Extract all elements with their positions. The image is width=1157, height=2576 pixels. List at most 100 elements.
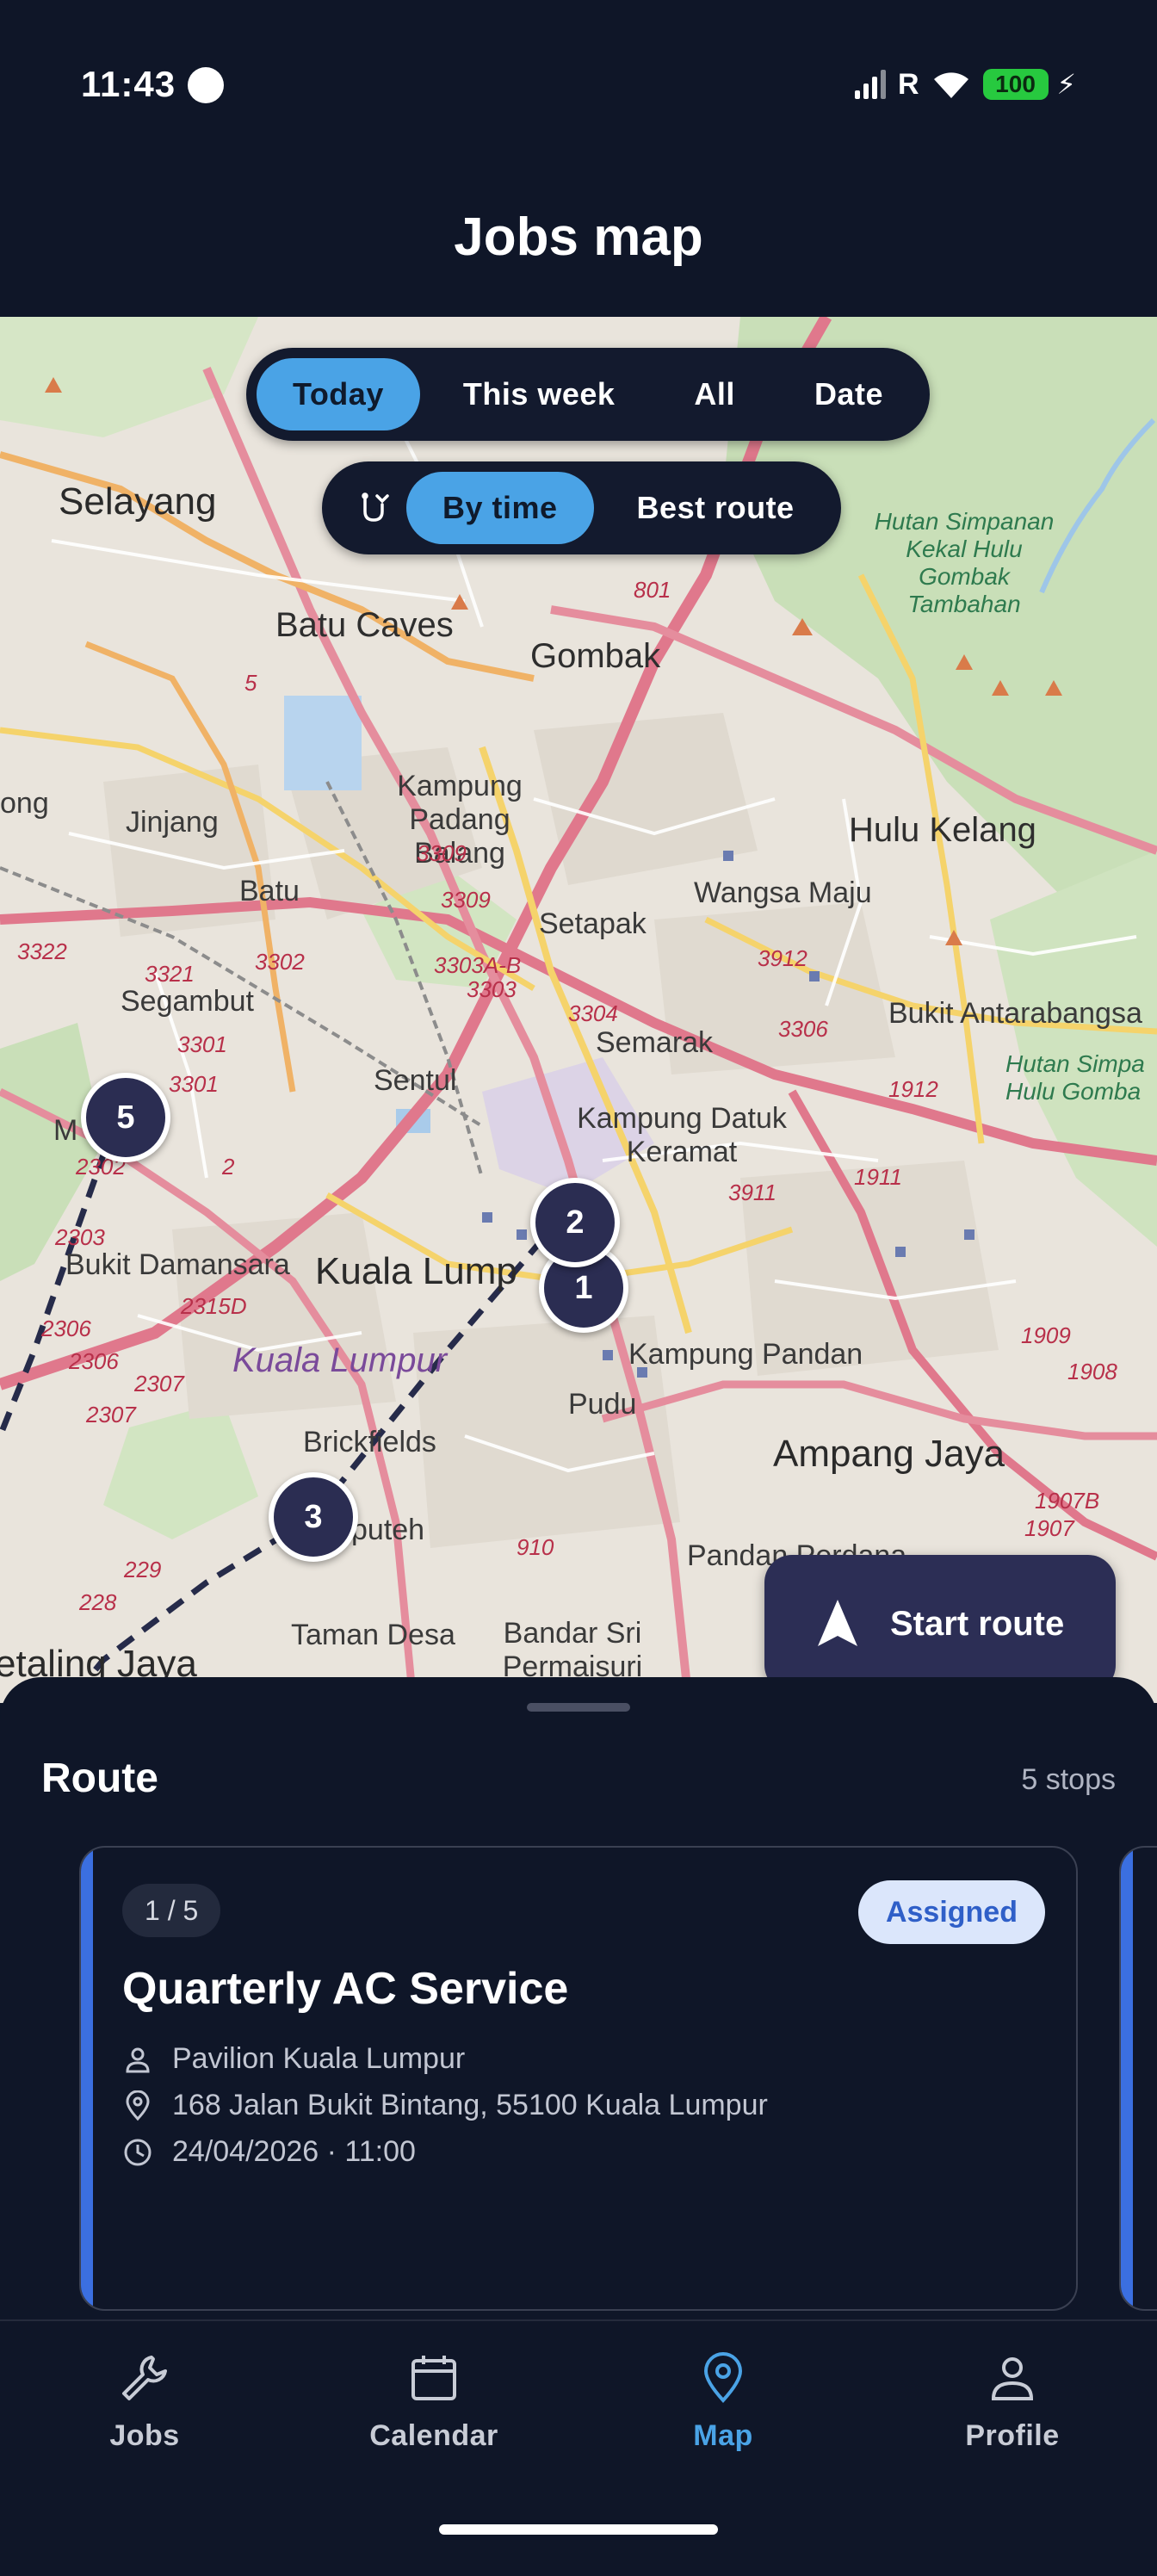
map-label-kampung-datuk-keramat: Kampung Datuk Keramat xyxy=(577,1102,787,1168)
nav-item-jobs[interactable]: Jobs xyxy=(0,2350,289,2453)
road-label: 3309 xyxy=(417,840,467,866)
map-label-gombak: Gombak xyxy=(530,637,661,675)
job-title: Quarterly AC Service xyxy=(122,1964,569,2014)
person-icon xyxy=(991,2357,1034,2400)
date-range-filter: Today This week All Date xyxy=(246,348,930,441)
map-marker-5[interactable]: 5 xyxy=(81,1073,170,1162)
map-marker-2[interactable]: 2 xyxy=(530,1178,620,1267)
home-indicator[interactable] xyxy=(439,2524,718,2535)
road-label: 3911 xyxy=(728,1180,776,1205)
sheet-drag-handle[interactable] xyxy=(527,1703,630,1712)
road-label: 2307 xyxy=(134,1371,184,1396)
chip-by-time[interactable]: By time xyxy=(406,472,594,544)
road-label: 3309 xyxy=(441,887,491,913)
page-title: Jobs map xyxy=(454,207,703,267)
map-label-hulu-kelang: Hulu Kelang xyxy=(849,811,1036,849)
road-label: 3301 xyxy=(177,1031,227,1057)
stops-count: 5 stops xyxy=(1021,1763,1116,1796)
road-label: 2315D xyxy=(181,1293,247,1319)
map-label-hutan: Hutan Simpanan Kekal Hulu Gombak Tambaha… xyxy=(874,508,1055,617)
road-label: 228 xyxy=(79,1589,117,1615)
road-label: 3303A-B xyxy=(434,952,522,978)
wrench-icon xyxy=(122,2356,167,2400)
bottom-navigation: Jobs Calendar Map Profile xyxy=(0,2319,1157,2576)
map-label-setapak: Setapak xyxy=(539,907,647,940)
chip-all[interactable]: All xyxy=(658,358,771,430)
nav-item-profile[interactable]: Profile xyxy=(868,2350,1157,2453)
nav-label-map: Map xyxy=(693,2419,753,2452)
map-label-sentul: Sentul xyxy=(374,1064,457,1097)
job-datetime: 24/04/2026 · 11:00 xyxy=(172,2135,416,2168)
map-label-seputeh: puteh xyxy=(351,1514,425,1546)
notification-dot-icon xyxy=(188,67,224,103)
road-label: 3303 xyxy=(467,976,517,1002)
map-label-bukit-damansara: Bukit Damansara xyxy=(65,1248,290,1281)
map-marker-3[interactable]: 3 xyxy=(269,1472,358,1562)
map-label-selayang: Selayang xyxy=(59,480,217,523)
card-accent-bar xyxy=(1121,1848,1133,2309)
road-label: 3304 xyxy=(568,1000,618,1026)
map-label-bandar-sri-permaisuri: Bandar Sri Permaisuri xyxy=(502,1617,643,1683)
chip-today[interactable]: Today xyxy=(257,358,420,430)
road-label: 3321 xyxy=(145,961,195,987)
clock-icon xyxy=(124,2139,152,2165)
address-row: 168 Jalan Bukit Bintang, 55100 Kuala Lum… xyxy=(122,2089,768,2122)
map-label-batu: Batu xyxy=(239,875,300,907)
route-stop-card[interactable]: 1 / 5 Assigned Quarterly AC Service Pavi… xyxy=(79,1846,1078,2311)
chip-best-route[interactable]: Best route xyxy=(601,472,831,544)
sort-filter: By time Best route xyxy=(322,461,841,554)
status-bar: 11:43 R 100 ⚡ xyxy=(0,0,1157,172)
route-title: Route xyxy=(41,1756,158,1801)
map-label-pudu: Pudu xyxy=(568,1388,637,1421)
status-badge: Assigned xyxy=(857,1880,1045,1944)
route-sheet: Route 5 stops 1 / 5 Assigned Quarterly A… xyxy=(0,1677,1157,2319)
road-label: 3302 xyxy=(255,949,305,975)
map-label-ong: ong xyxy=(0,787,49,820)
road-label: 5 xyxy=(244,670,257,696)
navigation-arrow-icon xyxy=(818,1600,857,1646)
nav-label-profile: Profile xyxy=(965,2419,1060,2452)
chip-date[interactable]: Date xyxy=(778,358,919,430)
map-label-taman-desa: Taman Desa xyxy=(291,1619,455,1651)
calendar-icon xyxy=(411,2356,456,2400)
road-label: 1912 xyxy=(888,1076,938,1102)
road-label: 2306 xyxy=(69,1348,119,1374)
map-label-hutan-simpan-right: Hutan Simpa Hulu Gomba xyxy=(1005,1050,1145,1105)
signal-icon xyxy=(854,70,886,99)
customer-row: Pavilion Kuala Lumpur xyxy=(122,2042,465,2076)
customer-name: Pavilion Kuala Lumpur xyxy=(172,2042,466,2075)
chip-this-week[interactable]: This week xyxy=(427,358,652,430)
road-label: 1911 xyxy=(854,1164,902,1190)
map-label-brickfields: Brickfields xyxy=(303,1426,436,1458)
map-label-wangsa-maju: Wangsa Maju xyxy=(694,876,872,909)
battery-level: 100 xyxy=(995,71,1036,97)
nav-item-map[interactable]: Map xyxy=(578,2350,868,2453)
road-label: 910 xyxy=(517,1534,554,1560)
next-route-stop-card[interactable] xyxy=(1119,1846,1157,2311)
roaming-indicator: R xyxy=(897,67,919,101)
map-label-segambut: Segambut xyxy=(121,985,254,1018)
road-label: 1907B xyxy=(1035,1488,1100,1514)
road-label: 229 xyxy=(124,1557,162,1582)
battery-indicator: 100 xyxy=(982,69,1049,100)
location-pin-icon xyxy=(126,2090,150,2121)
person-icon xyxy=(126,2047,150,2072)
road-label: 2306 xyxy=(41,1316,91,1341)
status-icons: R 100 ⚡ xyxy=(854,65,1076,103)
nav-item-calendar[interactable]: Calendar xyxy=(289,2350,578,2453)
map-pin-icon xyxy=(703,2352,743,2403)
road-label: 801 xyxy=(634,577,671,603)
stop-index-badge: 1 / 5 xyxy=(122,1884,221,1937)
map-label-kampung-pandan: Kampung Pandan xyxy=(628,1338,863,1371)
map-label-kuala-lumpur-district: Kuala Lumpur xyxy=(232,1341,448,1379)
road-label: 1907 xyxy=(1024,1515,1074,1541)
job-address: 168 Jalan Bukit Bintang, 55100 Kuala Lum… xyxy=(172,2089,768,2121)
status-time: 11:43 xyxy=(81,64,176,104)
start-route-button[interactable]: Start route xyxy=(764,1555,1116,1693)
map-label-batu-caves: Batu Caves xyxy=(275,606,454,644)
map-label-bukit-antarabangsa: Bukit Antarabangsa xyxy=(888,997,1142,1030)
road-label: 3912 xyxy=(758,945,807,971)
datetime-row: 24/04/2026 · 11:00 xyxy=(122,2135,416,2169)
charging-icon: ⚡ xyxy=(1056,69,1076,100)
road-label: 3322 xyxy=(17,938,67,964)
